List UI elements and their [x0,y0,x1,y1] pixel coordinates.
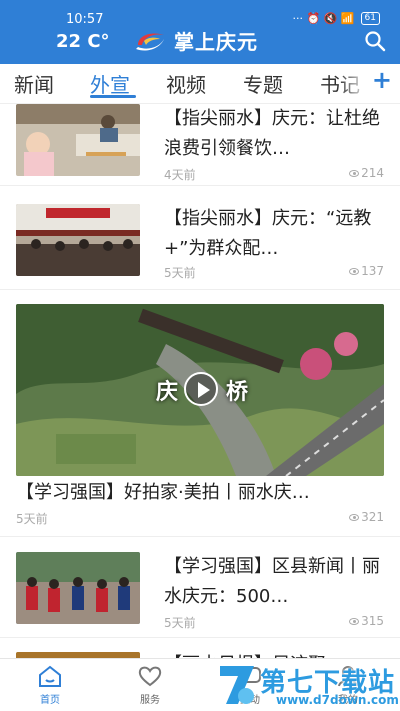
news-thumbnail [16,204,140,276]
status-time: 10:57 [66,12,104,27]
tab-publicity[interactable]: 外宣 [90,69,130,98]
home-icon [39,665,61,687]
active-tab-indicator [90,95,136,98]
site-watermark: 第七下载站 www.d7down.com [216,660,400,711]
video-thumbnail[interactable]: 庆 桥 [16,304,384,476]
news-title: 【丽水日报】足迹聚… [164,650,384,658]
nav-service[interactable]: 服务 [120,663,180,706]
restaurant-photo-image [16,104,140,176]
app-header: 10:57 ··· ⏰ 🔇 📶 61 22 C° 掌上庆元 [0,0,400,64]
view-count: 214 [349,166,384,180]
news-time: 5天前 [164,616,196,630]
news-meta: 5天前 137 [164,264,384,281]
nav-home-label: 首页 [40,695,60,706]
news-time: 4天前 [164,168,196,182]
logo-text: 掌上庆元 [174,30,258,54]
news-feed: 【指尖丽水】庆元：让杜绝浪费引领餐饮… 4天前 214 【指尖丽水】庆元：“远教… [0,104,400,658]
tab-video[interactable]: 视频 [166,69,206,98]
logo-emblem-icon [136,32,164,51]
divider [0,536,400,537]
meeting-photo-image [16,204,140,276]
eye-icon [349,268,360,275]
view-count-value: 321 [361,510,384,524]
news-title: 【指尖丽水】庆元：让杜绝浪费引领餐饮… [164,108,380,159]
news-time: 5天前 [164,266,196,280]
news-thumbnail [16,552,140,624]
list-item[interactable]: 【指尖丽水】庆元：让杜绝浪费引领餐饮… 4天前 214 [0,104,400,186]
video-caption-right: 桥 [226,379,249,405]
nav-home[interactable]: 首页 [20,663,80,706]
eye-icon [349,514,360,521]
nav-service-label: 服务 [140,695,160,706]
students-photo-image [16,552,140,624]
list-item[interactable]: 【学习强国】区县新闻丨丽水庆元：500… 5天前 315 [0,544,400,638]
add-channel-icon[interactable]: + [372,66,392,94]
news-title: 【指尖丽水】庆元：“远教+”为群众配… [164,208,372,259]
heart-icon [138,666,162,687]
video-title[interactable]: 【学习强国】好拍家·美拍丨丽水庆… [16,478,384,508]
view-count: 137 [349,264,384,278]
news-title: 【学习强国】区县新闻丨丽水庆元：500… [164,556,380,607]
video-caption-left: 庆 [156,379,179,405]
eye-icon [349,170,360,177]
eye-icon [349,618,360,625]
news-meta: 5天前 315 [164,614,384,631]
view-count-value: 214 [361,166,384,180]
video-time: 5天前 [16,512,48,526]
view-count-value: 315 [361,614,384,628]
watermark-url: www.d7down.com [276,693,399,707]
video-meta: 5天前 321 [16,510,384,527]
battery-icon: 61 [360,12,380,25]
tab-topics[interactable]: 专题 [243,69,283,98]
list-item[interactable]: 【指尖丽水】庆元：“远教+”为群众配… 5天前 137 [0,196,400,290]
view-count: 315 [349,614,384,628]
view-count-value: 137 [361,264,384,278]
watermark-logo-icon [220,666,254,704]
status-icons: ··· ⏰ 🔇 📶 61 [292,12,380,25]
news-meta: 4天前 214 [164,166,384,183]
search-icon[interactable] [364,30,386,52]
app-logo: 掌上庆元 [132,26,258,55]
weather-temperature: 22 C° [56,31,110,52]
view-count: 321 [349,510,384,524]
news-thumbnail [16,104,140,176]
tab-news[interactable]: 新闻 [14,69,54,98]
status-indicator-icons: ··· ⏰ 🔇 📶 [292,12,355,25]
play-icon[interactable] [184,372,218,406]
list-item[interactable]: 【丽水日报】足迹聚… [0,646,400,658]
